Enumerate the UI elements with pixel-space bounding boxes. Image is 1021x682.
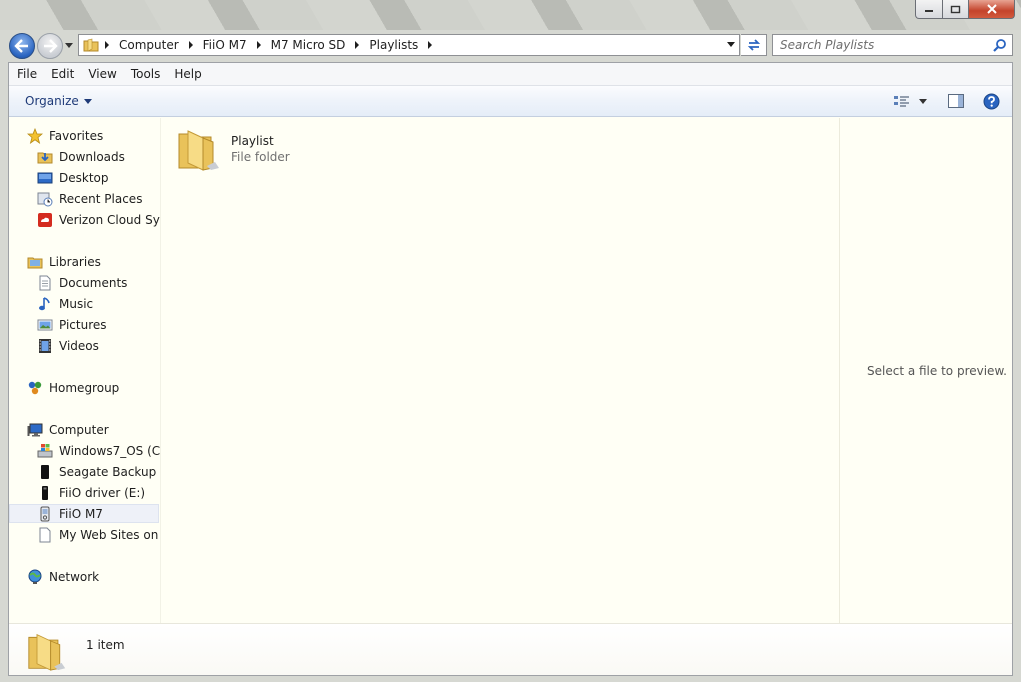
videos-icon bbox=[39, 338, 51, 353]
recent-pages-button[interactable] bbox=[64, 41, 74, 51]
forward-button[interactable] bbox=[37, 33, 63, 59]
breadcrumb-separator[interactable] bbox=[105, 41, 109, 49]
menu-file[interactable]: File bbox=[17, 67, 37, 81]
nav-network[interactable]: Network bbox=[27, 567, 99, 586]
search-box bbox=[772, 34, 1013, 56]
chevron-down-icon bbox=[65, 43, 73, 48]
desktop-icon bbox=[37, 172, 53, 183]
chevron-down-icon bbox=[83, 98, 92, 104]
breadcrumb-separator[interactable] bbox=[355, 41, 360, 49]
breadcrumb-fiio-m7[interactable]: FiiO M7 bbox=[197, 35, 253, 55]
search-icon[interactable] bbox=[993, 38, 1007, 52]
nav-fiio-m7[interactable]: FiiO M7 bbox=[9, 504, 159, 523]
navigation-pane: Favorites Downloads Desktop Recent Place… bbox=[9, 118, 160, 623]
view-options-icon bbox=[894, 96, 927, 107]
command-bar: Organize bbox=[9, 86, 1012, 117]
folder-icon bbox=[28, 633, 66, 671]
menu-tools[interactable]: Tools bbox=[131, 67, 161, 81]
menu-help[interactable]: Help bbox=[174, 67, 201, 81]
help-button[interactable] bbox=[983, 93, 1000, 113]
documents-icon bbox=[39, 275, 51, 290]
nav-music[interactable]: Music bbox=[37, 294, 93, 313]
computer-icon bbox=[27, 423, 43, 436]
organize-label: Organize bbox=[25, 94, 79, 108]
preview-pane: Select a file to preview. bbox=[839, 118, 1012, 623]
refresh-button[interactable] bbox=[741, 34, 767, 56]
breadcrumb-playlists[interactable]: Playlists bbox=[363, 35, 424, 55]
refresh-icon bbox=[747, 39, 760, 51]
menu-view[interactable]: View bbox=[88, 67, 116, 81]
homegroup-icon bbox=[28, 381, 42, 394]
web-folder-icon bbox=[39, 527, 51, 542]
forward-arrow-icon bbox=[44, 39, 58, 53]
nav-recent-places[interactable]: Recent Places bbox=[37, 189, 142, 208]
nav-verizon-cloud[interactable]: Verizon Cloud Sync bbox=[37, 210, 160, 229]
preview-pane-icon bbox=[948, 94, 964, 108]
breadcrumb-separator[interactable] bbox=[256, 41, 261, 49]
downloads-folder-icon bbox=[37, 152, 53, 163]
address-dropdown-icon[interactable] bbox=[727, 42, 735, 47]
nav-seagate-backup[interactable]: Seagate Backup Plus bbox=[37, 462, 160, 481]
nav-documents[interactable]: Documents bbox=[37, 273, 127, 292]
restore-icon bbox=[950, 5, 961, 14]
explorer-frame: File Edit View Tools Help Organize Favor… bbox=[8, 62, 1013, 676]
nav-downloads[interactable]: Downloads bbox=[37, 147, 125, 166]
navigation-bar: Computer FiiO M7 M7 Micro SD Playlists bbox=[0, 30, 1021, 62]
network-icon bbox=[28, 569, 42, 584]
breadcrumb-computer[interactable]: Computer bbox=[113, 35, 185, 55]
nav-pictures[interactable]: Pictures bbox=[37, 315, 107, 334]
nav-favorites[interactable]: Favorites bbox=[27, 126, 103, 145]
menu-bar: File Edit View Tools Help bbox=[9, 63, 1012, 86]
breadcrumb-separator[interactable] bbox=[188, 41, 193, 49]
minimize-button[interactable] bbox=[915, 0, 943, 19]
breadcrumb-separator[interactable] bbox=[428, 41, 433, 49]
change-view-button[interactable] bbox=[893, 93, 929, 112]
removable-drive-icon bbox=[42, 485, 48, 500]
close-button[interactable] bbox=[969, 0, 1015, 19]
window-controls bbox=[915, 0, 1015, 19]
folder-type: File folder bbox=[231, 150, 290, 164]
minimize-icon bbox=[925, 10, 933, 12]
nav-libraries[interactable]: Libraries bbox=[27, 252, 101, 271]
title-bar bbox=[0, 0, 1021, 30]
nav-homegroup[interactable]: Homegroup bbox=[27, 378, 119, 397]
details-pane: 1 item bbox=[9, 623, 1012, 675]
pictures-icon bbox=[37, 319, 53, 330]
help-icon bbox=[983, 93, 1000, 110]
libraries-icon bbox=[27, 257, 43, 268]
nav-computer[interactable]: Computer bbox=[27, 420, 109, 439]
recent-places-icon bbox=[37, 192, 53, 206]
star-icon bbox=[27, 127, 43, 144]
back-arrow-icon bbox=[14, 39, 28, 53]
nav-fiio-driver[interactable]: FiiO driver (E:) bbox=[37, 483, 145, 502]
folder-item-playlist[interactable]: Playlist File folder bbox=[177, 126, 337, 172]
folder-name: Playlist bbox=[231, 134, 274, 148]
preview-pane-button[interactable] bbox=[947, 93, 965, 112]
menu-edit[interactable]: Edit bbox=[51, 67, 74, 81]
nav-videos[interactable]: Videos bbox=[37, 336, 99, 355]
verizon-cloud-icon bbox=[38, 212, 52, 227]
back-button[interactable] bbox=[9, 33, 35, 59]
windows-drive-icon bbox=[37, 443, 53, 457]
search-input[interactable] bbox=[773, 35, 983, 55]
folder-icon bbox=[178, 130, 219, 171]
external-drive-icon bbox=[41, 464, 49, 479]
close-icon bbox=[986, 4, 997, 14]
location-folder-icon bbox=[79, 35, 101, 55]
nav-drive-c[interactable]: Windows7_OS (C:) bbox=[37, 441, 160, 460]
maximize-button[interactable] bbox=[943, 0, 969, 19]
portable-device-icon bbox=[40, 506, 50, 521]
nav-desktop[interactable]: Desktop bbox=[37, 168, 109, 187]
breadcrumb-m7-micro-sd[interactable]: M7 Micro SD bbox=[265, 35, 352, 55]
music-icon bbox=[39, 296, 50, 310]
organize-button[interactable]: Organize bbox=[25, 94, 92, 108]
nav-my-web-sites[interactable]: My Web Sites on MSN bbox=[37, 525, 160, 544]
preview-message: Select a file to preview. bbox=[867, 364, 1007, 378]
address-bar[interactable]: Computer FiiO M7 M7 Micro SD Playlists bbox=[78, 34, 740, 56]
file-list: Playlist File folder bbox=[161, 118, 821, 623]
item-count: 1 item bbox=[86, 638, 125, 652]
